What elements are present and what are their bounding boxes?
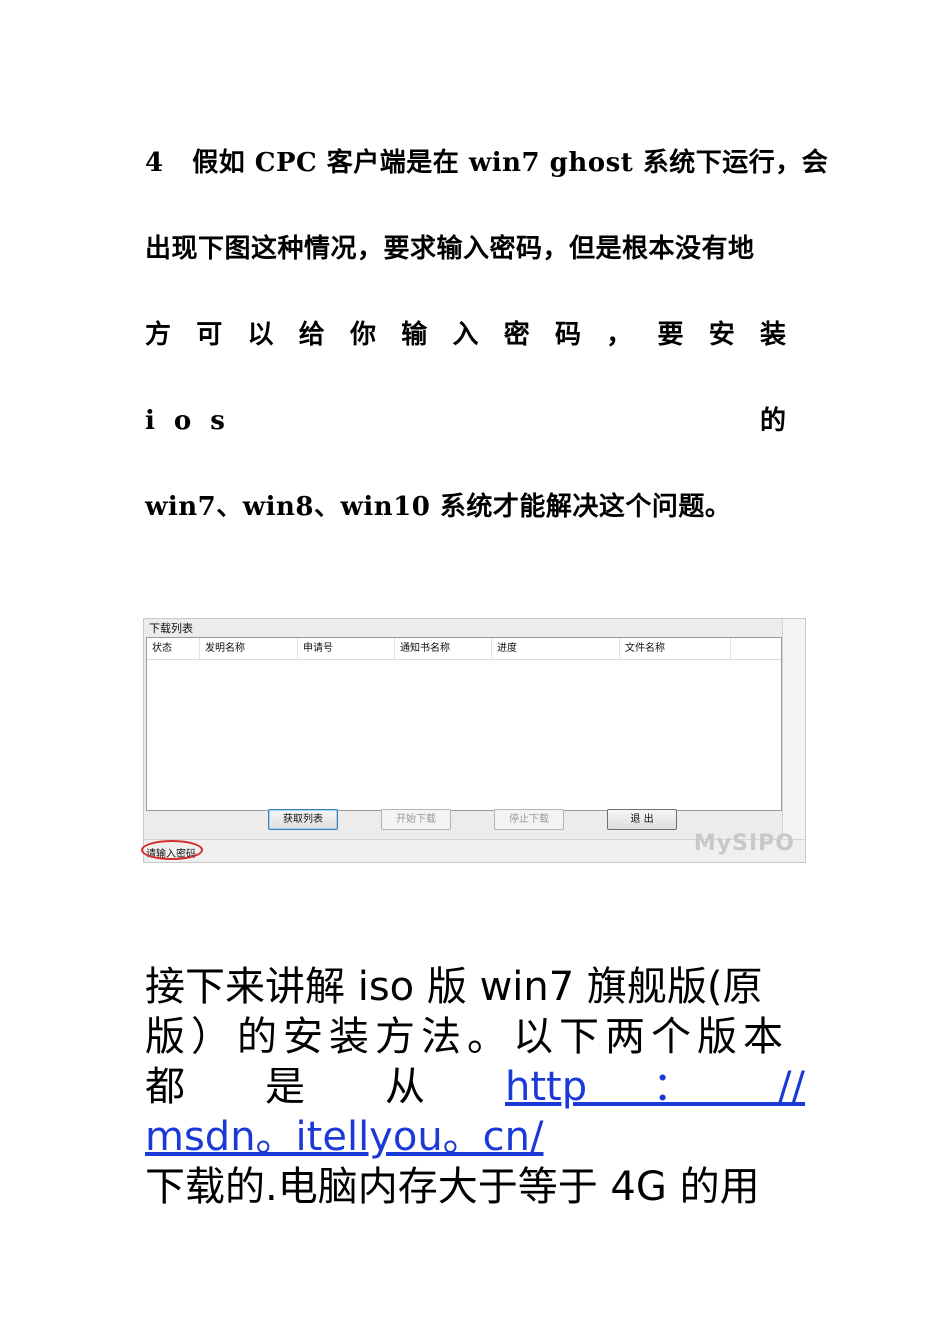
column-application-number[interactable]: 申请号: [298, 638, 395, 659]
highlight-circle: [141, 840, 203, 860]
column-file-name[interactable]: 文件名称: [620, 638, 731, 659]
column-invention-name[interactable]: 发明名称: [200, 638, 298, 659]
dialog-right-edge: [782, 619, 805, 862]
download-list-label: 下载列表: [149, 622, 193, 635]
column-empty: [731, 638, 781, 659]
paragraph-2-line-5: 下载的.电脑内存大于等于 4G 的用: [145, 1164, 760, 1210]
word-du: 都: [145, 1064, 185, 1110]
paragraph-1-line-4: win7、win8、win10 系统才能解决这个问题。: [145, 492, 732, 522]
paragraph-2-line-2: 版）的安装方法。以下两个版本: [145, 1014, 789, 1060]
word-shi: 是: [265, 1064, 305, 1110]
paragraph-2-line-3: 都 是 从 http ： //: [145, 1062, 805, 1112]
paragraph-1-line-3: 方可以给你输入密码，要安装 ios 的: [145, 320, 805, 436]
column-notice-name[interactable]: 通知书名称: [395, 638, 492, 659]
paragraph-2-line-1: 接下来讲解 iso 版 win7 旗舰版(原: [145, 964, 763, 1010]
paragraph-1: 4 假如 CPC 客户端是在 win7 ghost 系统下运行，会 出现下图这种…: [145, 120, 829, 550]
msdn-link-part-1[interactable]: http ： //: [505, 1062, 805, 1112]
download-list-table: 状态 发明名称 申请号 通知书名称 进度 文件名称: [146, 637, 782, 811]
paragraph-1-line-2: 出现下图这种情况，要求输入密码，但是根本没有地: [145, 234, 755, 264]
stop-download-button[interactable]: 停止下载: [494, 809, 564, 830]
dialog-button-row: 获取列表 开始下载 停止下载 退 出: [144, 807, 784, 835]
column-status[interactable]: 状态: [147, 638, 200, 659]
download-dialog-screenshot: 下载列表 状态 发明名称 申请号 通知书名称 进度 文件名称 获取列表 开始下载…: [141, 618, 806, 863]
column-progress[interactable]: 进度: [492, 638, 620, 659]
paragraph-1-line-1: 4 假如 CPC 客户端是在 win7 ghost 系统下运行，会: [145, 148, 829, 178]
mysipo-watermark: MySIPO: [693, 831, 795, 856]
paragraph-2-line-4: msdn。itellyou。cn/: [145, 1112, 805, 1162]
table-header: 状态 发明名称 申请号 通知书名称 进度 文件名称: [147, 638, 781, 660]
paragraph-2: 接下来讲解 iso 版 win7 旗舰版(原 版）的安装方法。以下两个版本 都 …: [145, 962, 805, 1212]
exit-button[interactable]: 退 出: [607, 809, 677, 830]
msdn-link-part-2[interactable]: msdn。itellyou。cn/: [145, 1114, 544, 1160]
word-cong: 从: [385, 1064, 425, 1110]
start-download-button[interactable]: 开始下载: [381, 809, 451, 830]
fetch-list-button[interactable]: 获取列表: [268, 809, 338, 830]
